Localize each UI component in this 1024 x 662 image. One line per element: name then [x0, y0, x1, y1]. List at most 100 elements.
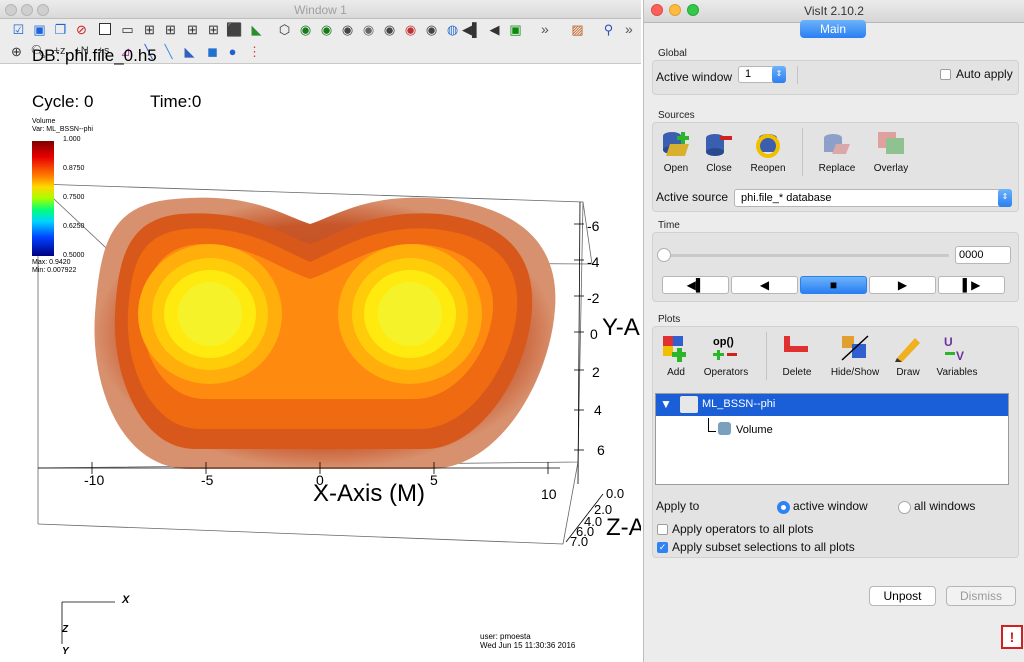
- delete-plot-icon: [784, 336, 808, 352]
- variables-icon: U V: [944, 335, 964, 362]
- step-back-button[interactable]: ◀: [731, 276, 798, 294]
- active-window-value: 1: [745, 68, 752, 80]
- render-canvas[interactable]: DB: phi.file_0.h5 Cycle: 0 Time:0 Volume…: [0, 46, 641, 662]
- plane-tool-icon[interactable]: ╲: [160, 43, 177, 60]
- play-button[interactable]: ▶: [869, 276, 936, 294]
- triad-y-label: Y: [62, 646, 69, 657]
- apply-to-label: Apply to: [656, 499, 700, 513]
- lock-time-icon[interactable]: ◣: [248, 21, 265, 38]
- global-separator: [797, 66, 798, 84]
- camera-6-icon[interactable]: ◉: [402, 21, 419, 38]
- render-graphics: [37, 183, 604, 644]
- apply-operators-checkbox[interactable]: [657, 524, 668, 535]
- layout-3x3-icon[interactable]: ⊞: [184, 21, 201, 38]
- stepper-icon[interactable]: ⇕: [772, 66, 786, 83]
- stop-button[interactable]: ■: [800, 276, 867, 294]
- camera-icon[interactable]: ◉: [297, 21, 314, 38]
- layout-4x4-icon[interactable]: ⊞: [205, 21, 222, 38]
- time-frame-field[interactable]: 0000: [955, 246, 1011, 264]
- apply-all-windows-label: all windows: [914, 499, 976, 513]
- camera-7-icon[interactable]: ◉: [423, 21, 440, 38]
- image-tool-icon[interactable]: ▨: [569, 21, 586, 38]
- y-tick-label: 2: [592, 364, 600, 380]
- y-tick-label: -2: [587, 290, 600, 306]
- active-window-label: Active window: [656, 70, 733, 84]
- legend-tick: 0.8750: [63, 165, 85, 172]
- z-tick-label: 7.0: [570, 534, 589, 549]
- legend-minmax: Max: 0.9420 Min: 0.007922: [32, 259, 76, 275]
- y-axis-title: Y-A: [602, 314, 640, 341]
- checkbox-tool-icon[interactable]: ☑: [10, 21, 27, 38]
- layout-1x1-icon[interactable]: [99, 23, 111, 35]
- camera-4-icon[interactable]: ◉: [360, 21, 377, 38]
- delete-window-icon[interactable]: ⊘: [73, 21, 90, 38]
- cube-view-icon[interactable]: ⬡: [276, 21, 293, 38]
- reopen-label: Reopen: [750, 163, 786, 174]
- camera-3-icon[interactable]: ◉: [339, 21, 356, 38]
- reopen-db-icon: [756, 134, 780, 158]
- box-tool-icon[interactable]: ◣: [181, 43, 198, 60]
- viewer-titlebar[interactable]: Window 1: [0, 0, 641, 19]
- hide-show-icon: [841, 335, 869, 361]
- global-group-title: Global: [658, 48, 687, 59]
- disclosure-triangle-icon[interactable]: ▼: [660, 397, 672, 411]
- step-forward-button[interactable]: ▌▶: [938, 276, 1005, 294]
- close-db-icon: [706, 134, 732, 156]
- main-window: VisIt 2.10.2 Main Global Active window 1…: [643, 0, 1024, 662]
- new-window-icon[interactable]: ▣: [31, 21, 48, 38]
- active-source-label: Active source: [656, 190, 729, 204]
- camera-5-icon[interactable]: ◉: [381, 21, 398, 38]
- camera-2-icon[interactable]: ◉: [318, 21, 335, 38]
- toolbar-overflow-icon[interactable]: »: [541, 21, 549, 37]
- variables-label: Variables: [936, 367, 978, 378]
- auto-apply-label: Auto apply: [956, 67, 1013, 81]
- globe-icon[interactable]: ◍: [444, 21, 461, 38]
- auto-apply-checkbox[interactable]: [940, 69, 951, 80]
- stop-icon[interactable]: ▣: [507, 21, 524, 38]
- lock-view-icon[interactable]: ⬛: [226, 21, 243, 38]
- time-slider-track[interactable]: [659, 254, 949, 257]
- triad-z-label: Z: [62, 624, 69, 635]
- cube-tool-icon[interactable]: ◼: [204, 43, 221, 60]
- layout-2x3-icon[interactable]: ⊞: [162, 21, 179, 38]
- active-source-select[interactable]: phi.file_* database ⇕: [734, 189, 1012, 207]
- sphere-tool-icon[interactable]: ●: [224, 43, 241, 60]
- triad-x-label: X: [122, 594, 130, 606]
- unpost-button[interactable]: Unpost: [869, 586, 936, 606]
- operators-label: Operators: [703, 367, 749, 378]
- plot-list[interactable]: ▼ ML_BSSN--phi Volume: [655, 393, 1009, 485]
- axis-tool-icon[interactable]: ⋮: [246, 43, 263, 60]
- rewind-button[interactable]: ◀▌: [662, 276, 729, 294]
- navigate-icon[interactable]: ⊕: [8, 43, 25, 60]
- main-window-title: VisIt 2.10.2: [804, 4, 864, 18]
- hide-show-label: Hide/Show: [830, 367, 880, 378]
- layout-2x2-icon[interactable]: ⊞: [141, 21, 158, 38]
- y-tick-label: 4: [594, 402, 602, 418]
- step-back-icon[interactable]: ◀: [486, 21, 503, 38]
- y-tick-label: 6: [597, 442, 605, 458]
- plot-name: ML_BSSN--phi: [702, 398, 776, 410]
- output-warning-icon[interactable]: !: [1001, 625, 1023, 649]
- overlay-db-icon: [878, 132, 904, 154]
- legend-variable: Var: ML_BSSN--phi: [32, 126, 93, 133]
- apply-all-windows-radio[interactable]: [898, 501, 911, 514]
- db-label: DB: phi.file_0.h5: [32, 46, 157, 65]
- active-window-spinbox[interactable]: 1 ⇕: [738, 66, 786, 83]
- plot-visibility-icon[interactable]: [680, 396, 698, 413]
- tree-connector: [708, 418, 709, 432]
- svg-text:U: U: [944, 335, 953, 349]
- time-slider-handle[interactable]: [657, 248, 671, 262]
- plot-list-row[interactable]: ▼ ML_BSSN--phi: [656, 394, 1008, 416]
- rewind-icon[interactable]: ◀▌: [462, 21, 481, 38]
- toolbar-overflow-2-icon[interactable]: »: [625, 21, 633, 37]
- copy-window-icon[interactable]: ❐: [52, 21, 69, 38]
- tab-main[interactable]: Main: [800, 20, 866, 38]
- pick-tool-icon[interactable]: ⚲: [600, 21, 617, 38]
- add-plot-icon: [663, 336, 686, 362]
- time-label: Time:0: [150, 92, 202, 111]
- apply-active-window-radio[interactable]: [777, 501, 790, 514]
- layout-1x2-icon[interactable]: ▭: [119, 21, 136, 38]
- viewer-window: Window 1 ☑ ▣ ❐ ⊘ ▭ ⊞ ⊞ ⊞ ⊞ ⬛ ◣ ⬡ ◉ ◉ ◉ ◉…: [0, 0, 641, 662]
- apply-subset-checkbox[interactable]: ✓: [657, 542, 668, 553]
- dismiss-button[interactable]: Dismiss: [946, 586, 1016, 606]
